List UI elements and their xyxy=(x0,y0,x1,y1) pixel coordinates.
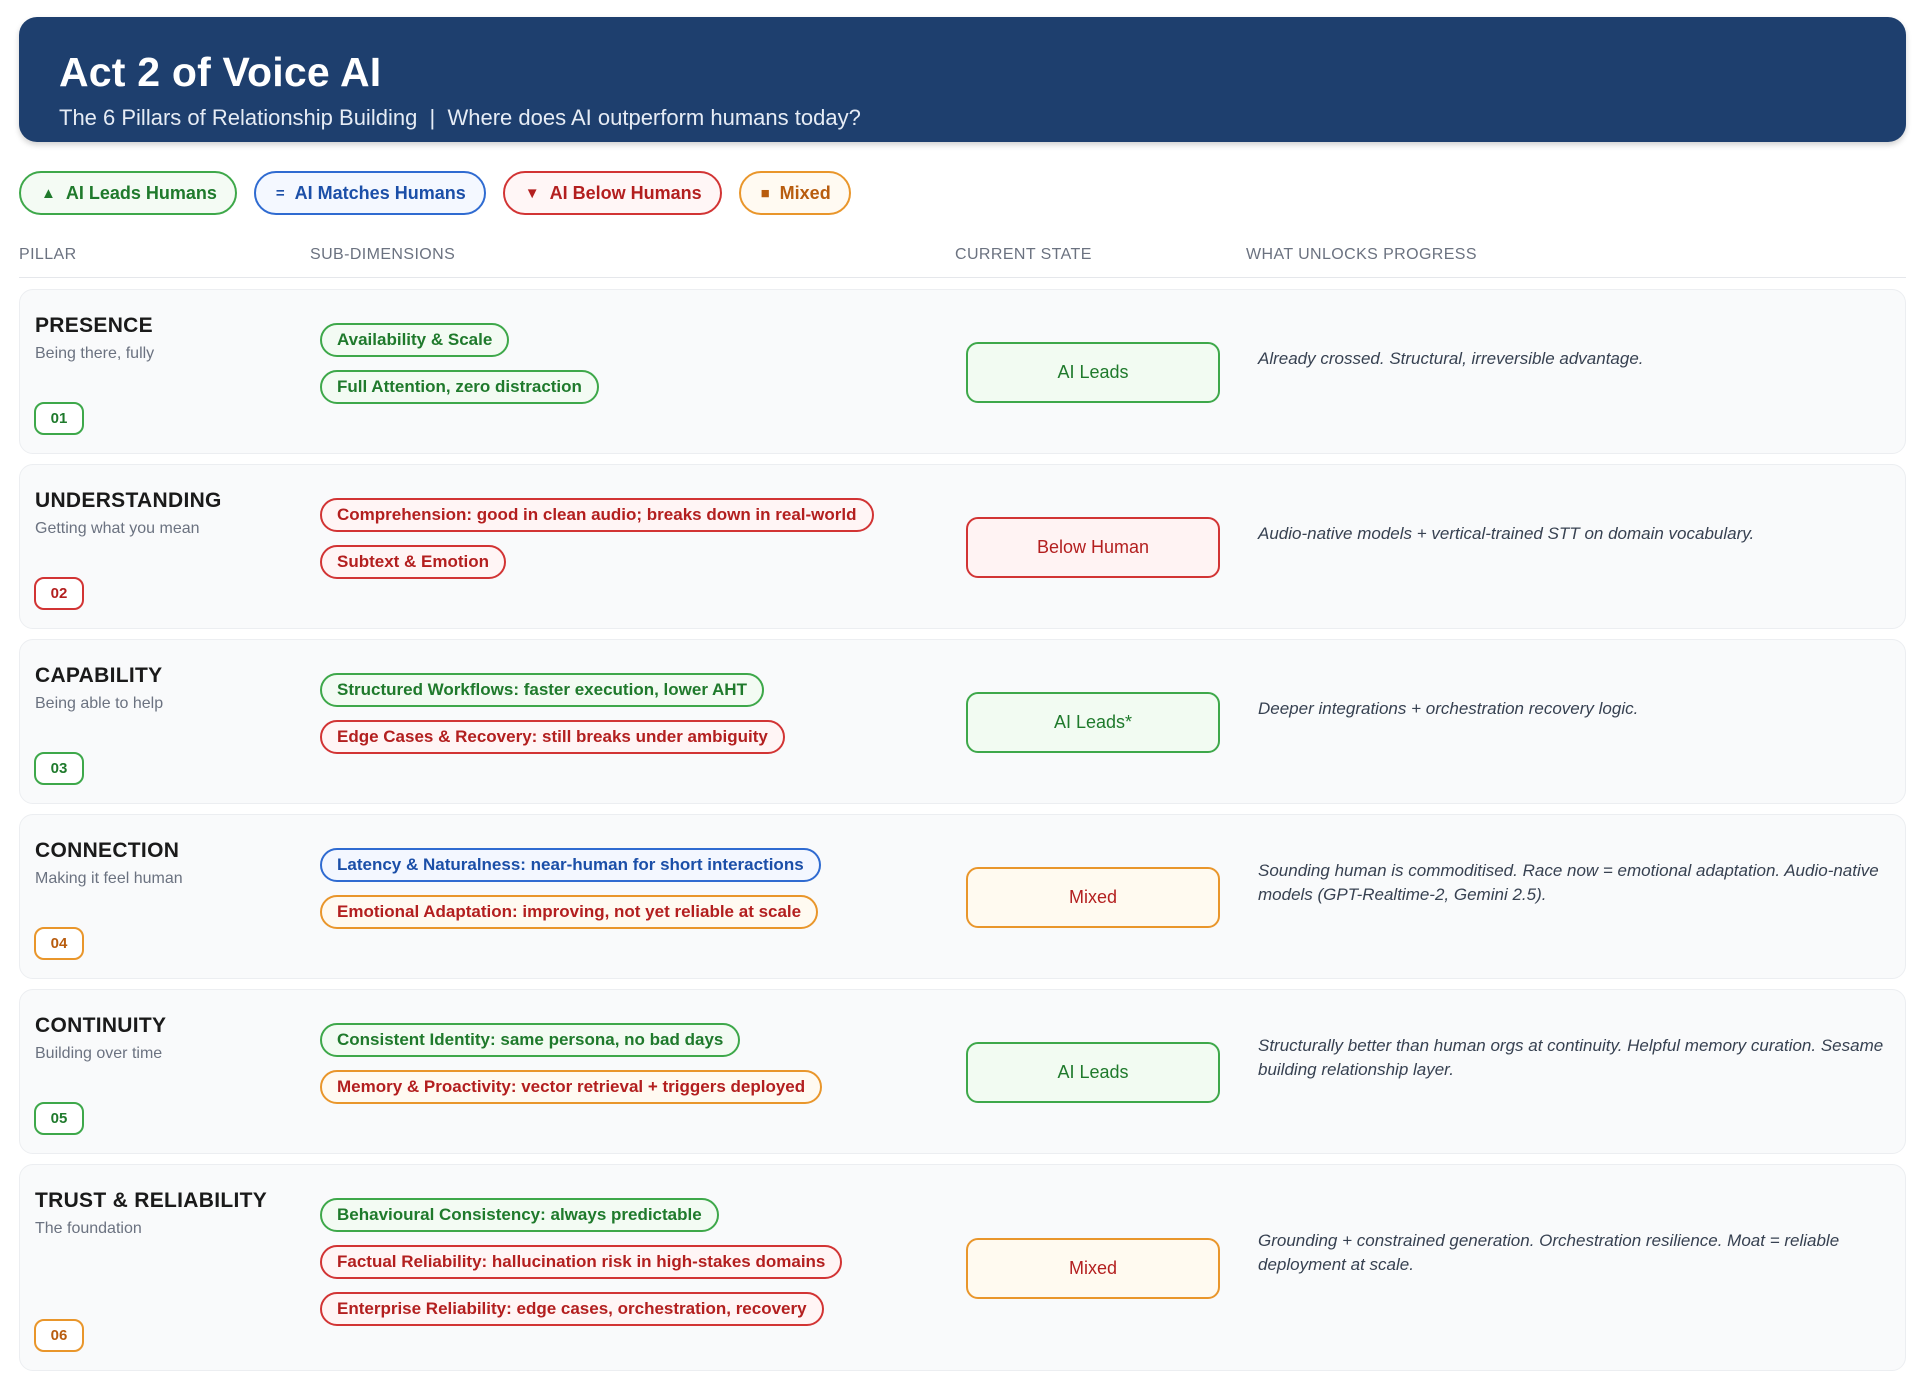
legend-label: Mixed xyxy=(779,182,831,203)
pillar-tagline: Being able to help xyxy=(35,695,164,712)
pillar-number-badge: 02 xyxy=(34,577,84,610)
pillar-tagline: Making it feel human xyxy=(35,870,183,887)
pillar-row-presence: PRESENCE Being there, fully 01 Availabil… xyxy=(19,289,1906,454)
pillar-number-badge: 06 xyxy=(34,1319,84,1352)
sub-dimension-pill: Emotional Adaptation: improving, not yet… xyxy=(320,895,819,929)
pillar-row-connection: CONNECTION Making it feel human 04 Laten… xyxy=(19,814,1906,979)
unlock-text: Sounding human is commoditised. Race now… xyxy=(1258,861,1879,904)
unlock-text: Structurally better than human orgs at c… xyxy=(1258,1036,1884,1079)
legend-ai-below: ▼ AI Below Humans xyxy=(502,171,722,215)
legend-mixed: ■ Mixed xyxy=(738,171,851,215)
sub-dimension-pill: Availability & Scale xyxy=(320,323,510,357)
square-icon: ■ xyxy=(760,184,770,202)
current-state-badge: Below Human xyxy=(966,517,1220,578)
pillar-title: UNDERSTANDING xyxy=(35,489,222,512)
legend-label: AI Leads Humans xyxy=(65,182,217,203)
pillar-tagline: Getting what you mean xyxy=(35,520,200,537)
legend-label: AI Matches Humans xyxy=(294,182,466,203)
pillar-row-capability: CAPABILITY Being able to help 03 Structu… xyxy=(19,639,1906,804)
pillar-number-badge: 04 xyxy=(34,927,84,960)
pillar-row-continuity: CONTINUITY Building over time 05 Consist… xyxy=(19,989,1906,1154)
sub-dimension-pill: Latency & Naturalness: near-human for sh… xyxy=(320,848,821,882)
sub-dimension-pill: Behavioural Consistency: always predicta… xyxy=(320,1198,719,1232)
pillar-title: TRUST & RELIABILITY xyxy=(35,1189,268,1212)
pillar-title: PRESENCE xyxy=(35,314,153,337)
sub-dimension-pill: Consistent Identity: same persona, no ba… xyxy=(320,1023,741,1057)
sub-dimensions: Structured Workflows: faster execution, … xyxy=(320,673,785,754)
sub-dimensions: Availability & Scale Full Attention, zer… xyxy=(320,323,599,404)
header-divider xyxy=(19,277,1906,278)
current-state-badge: Mixed xyxy=(966,867,1220,928)
pillar-tagline: Building over time xyxy=(35,1045,163,1062)
sub-dimension-pill: Enterprise Reliability: edge cases, orch… xyxy=(320,1292,824,1326)
legend-label: AI Below Humans xyxy=(549,182,702,203)
pillar-number-badge: 01 xyxy=(34,402,84,435)
sub-dimensions: Comprehension: good in clean audio; brea… xyxy=(320,498,874,579)
pillar-title: CONNECTION xyxy=(35,839,180,862)
sub-dimension-pill: Factual Reliability: hallucination risk … xyxy=(320,1245,843,1279)
column-header-sub-dimensions: SUB-DIMENSIONS xyxy=(310,246,456,263)
legend: ▲ AI Leads Humans = AI Matches Humans ▼ … xyxy=(19,171,851,215)
pillar-title: CONTINUITY xyxy=(35,1014,167,1037)
equals-icon: = xyxy=(275,184,285,202)
sub-dimension-pill: Edge Cases & Recovery: still breaks unde… xyxy=(320,720,785,754)
pillar-number-badge: 03 xyxy=(34,752,84,785)
sub-dimension-pill: Structured Workflows: faster execution, … xyxy=(320,673,764,707)
header-banner: Act 2 of Voice AI The 6 Pillars of Relat… xyxy=(19,17,1906,142)
column-header-what-unlocks: WHAT UNLOCKS PROGRESS xyxy=(1246,246,1477,263)
pillar-row-trust-reliability: TRUST & RELIABILITY The foundation 06 Be… xyxy=(19,1164,1906,1371)
page-subtitle: The 6 Pillars of Relationship Building |… xyxy=(59,105,861,130)
current-state-badge: AI Leads xyxy=(966,1042,1220,1103)
page-title: Act 2 of Voice AI xyxy=(59,49,382,95)
current-state-badge: Mixed xyxy=(966,1238,1220,1299)
sub-dimension-pill: Subtext & Emotion xyxy=(320,545,507,579)
pillar-number-badge: 05 xyxy=(34,1102,84,1135)
sub-dimension-pill: Full Attention, zero distraction xyxy=(320,370,599,404)
unlock-text: Already crossed. Structural, irreversibl… xyxy=(1258,349,1644,368)
pillar-tagline: Being there, fully xyxy=(35,345,155,362)
triangle-up-icon: ▲ xyxy=(41,184,56,202)
current-state-badge: AI Leads* xyxy=(966,692,1220,753)
sub-dimensions: Consistent Identity: same persona, no ba… xyxy=(320,1023,823,1104)
sub-dimension-pill: Memory & Proactivity: vector retrieval +… xyxy=(320,1070,823,1104)
pillar-tagline: The foundation xyxy=(35,1220,142,1237)
column-header-current-state: CURRENT STATE xyxy=(955,246,1092,263)
legend-ai-leads: ▲ AI Leads Humans xyxy=(19,171,237,215)
sub-dimensions: Latency & Naturalness: near-human for sh… xyxy=(320,848,821,929)
sub-dimensions: Behavioural Consistency: always predicta… xyxy=(320,1198,843,1326)
current-state-badge: AI Leads xyxy=(966,342,1220,403)
legend-ai-matches: = AI Matches Humans xyxy=(253,171,486,215)
unlock-text: Audio-native models + vertical-trained S… xyxy=(1258,524,1755,543)
pillar-title: CAPABILITY xyxy=(35,664,163,687)
pillar-row-understanding: UNDERSTANDING Getting what you mean 02 C… xyxy=(19,464,1906,629)
unlock-text: Deeper integrations + orchestration reco… xyxy=(1258,699,1639,718)
triangle-down-icon: ▼ xyxy=(524,184,540,202)
unlock-text: Grounding + constrained generation. Orch… xyxy=(1258,1231,1840,1274)
sub-dimension-pill: Comprehension: good in clean audio; brea… xyxy=(320,498,874,532)
column-header-pillar: PILLAR xyxy=(19,246,77,263)
